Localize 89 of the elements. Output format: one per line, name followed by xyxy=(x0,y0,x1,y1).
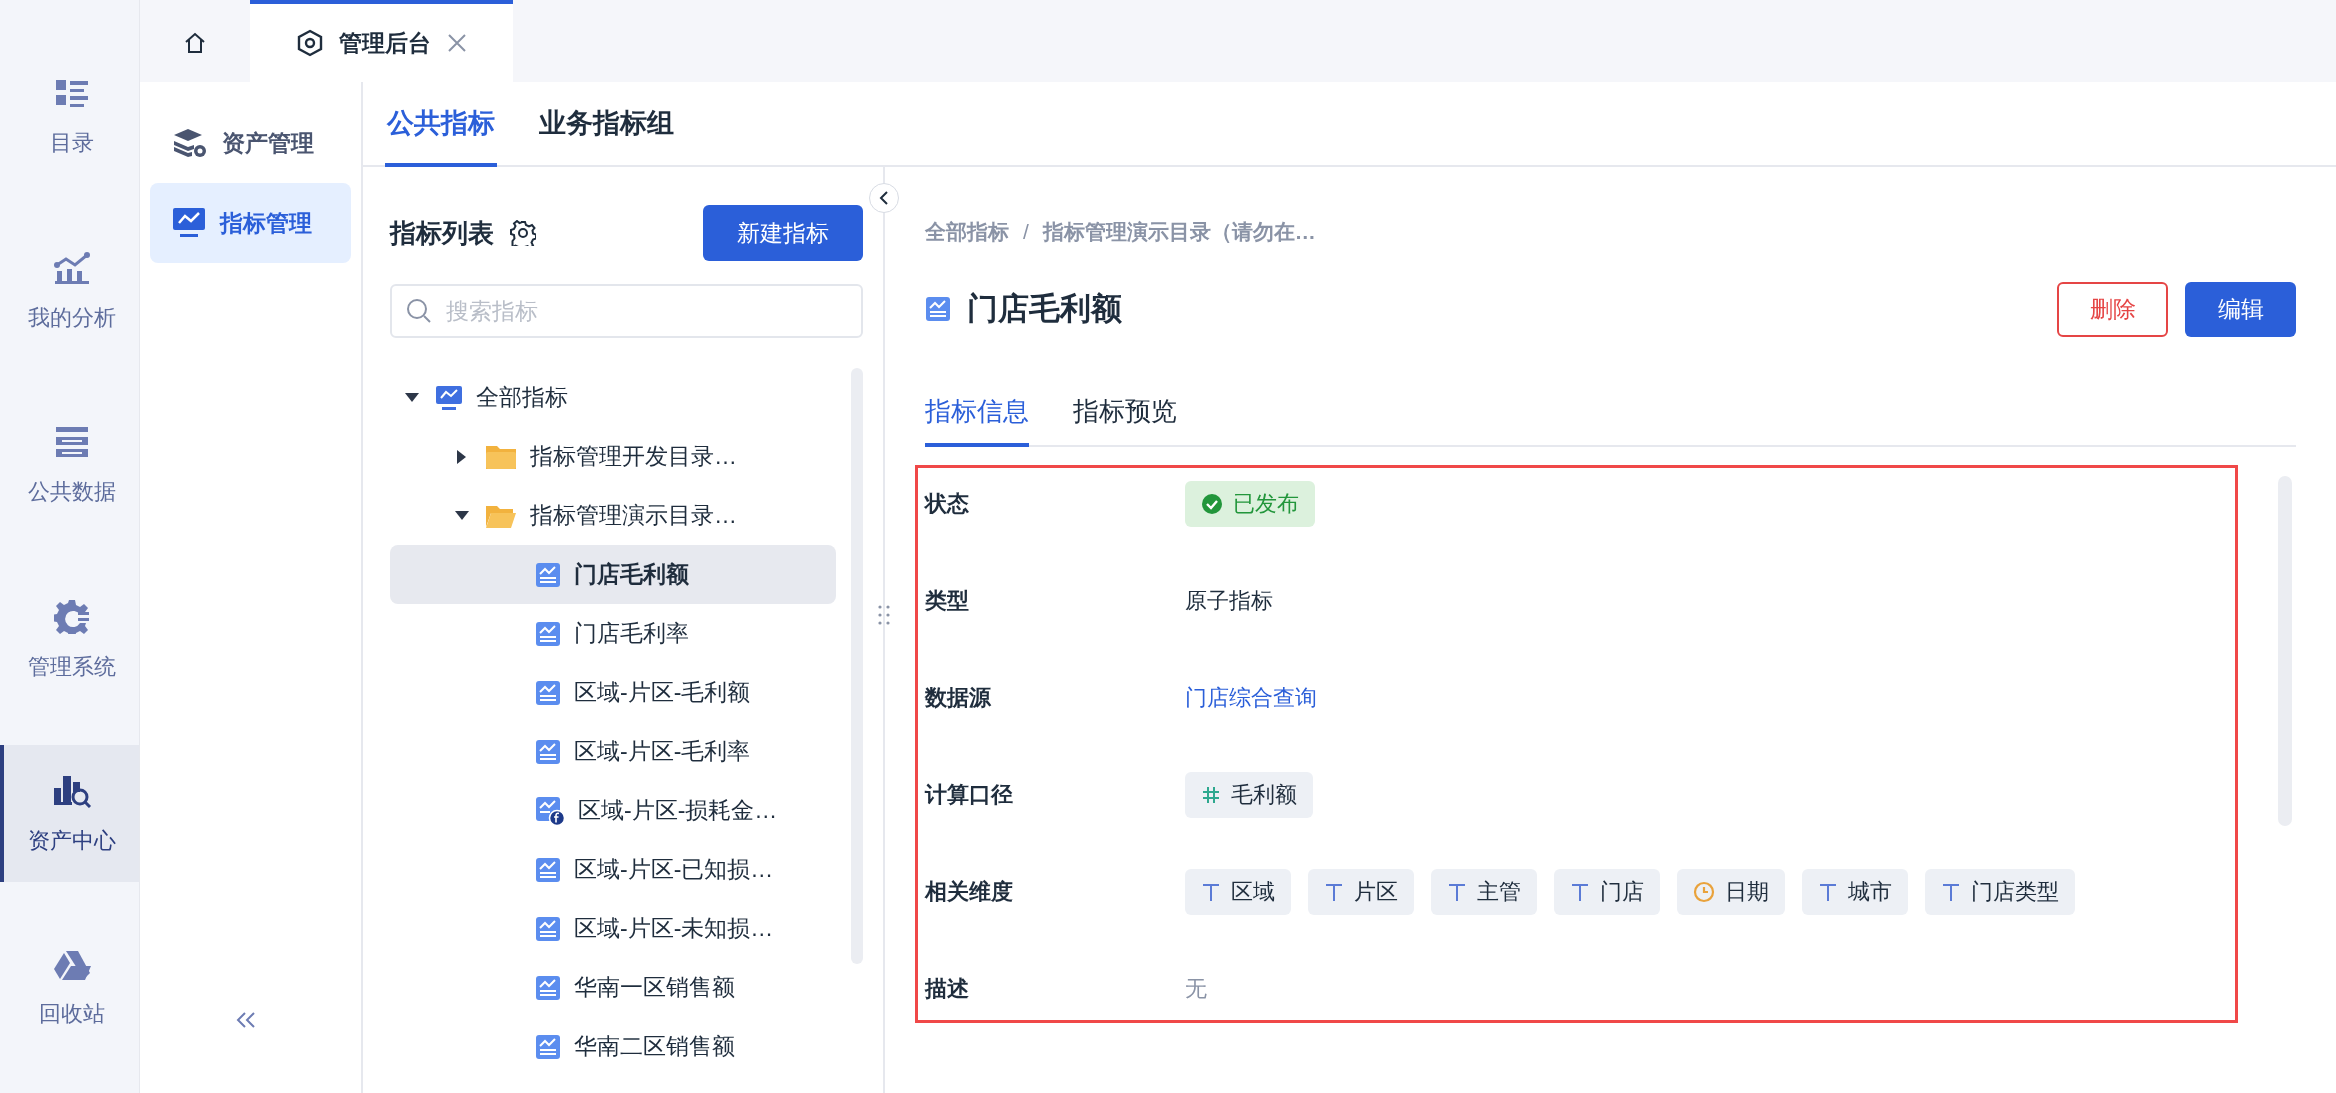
new-metric-button[interactable]: 新建指标 xyxy=(703,205,863,261)
metric-icon xyxy=(535,679,561,706)
chevron-left-icon xyxy=(878,190,890,206)
tree-item[interactable]: 区域-片区-已知损… xyxy=(390,840,836,899)
list-icon xyxy=(53,77,90,110)
text-type-icon xyxy=(1324,881,1344,902)
clock-icon xyxy=(1693,880,1715,903)
tree-item[interactable]: 区域-片区-未知损… xyxy=(390,899,836,958)
tree-item[interactable]: 门店毛利额 xyxy=(390,545,836,604)
nav-item[interactable]: 回收站 xyxy=(0,919,139,1056)
text-type-icon xyxy=(1818,881,1838,902)
edit-button[interactable]: 编辑 xyxy=(2185,281,2296,337)
delete-button[interactable]: 删除 xyxy=(2057,281,2168,337)
metric-icon xyxy=(535,915,561,942)
text-type-icon xyxy=(1570,881,1590,902)
tab[interactable]: 指标信息 xyxy=(925,379,1029,447)
tree-item[interactable]: 华南二区销售额 xyxy=(390,1017,836,1076)
dimension-tag: 主管 xyxy=(1431,868,1537,915)
dimension-tag: 区域 xyxy=(1185,868,1291,915)
settings-icon[interactable] xyxy=(510,220,536,246)
metric-icon xyxy=(535,561,561,588)
dimension-tag: 门店类型 xyxy=(1925,868,2075,915)
caret-down-icon[interactable] xyxy=(455,510,469,521)
nav-item[interactable]: 管理系统 xyxy=(0,571,139,708)
tab[interactable]: 指标预览 xyxy=(1073,379,1177,447)
collapse-icon[interactable] xyxy=(235,1011,257,1029)
gear-icon xyxy=(53,597,90,634)
search-field[interactable]: 搜索指标 xyxy=(390,284,863,338)
dimension-tag: 城市 xyxy=(1802,868,1908,915)
metric-icon xyxy=(925,296,951,322)
sub-nav-item[interactable]: 指标管理 xyxy=(150,183,351,263)
page-title: 门店毛利额 xyxy=(967,290,1122,328)
text-type-icon xyxy=(1201,881,1221,902)
caret-right-icon[interactable] xyxy=(457,449,467,464)
tree-item[interactable]: 区域-片区-损耗金… xyxy=(390,781,836,840)
tree-item[interactable]: 门店毛利率 xyxy=(390,604,836,663)
chart-icon xyxy=(52,250,91,285)
metric-icon xyxy=(535,620,561,647)
field-value: 原子指标 xyxy=(1185,586,1273,615)
metric-formula-icon xyxy=(535,795,565,826)
metric-icon xyxy=(535,974,561,1001)
nav-item[interactable]: 资产中心 xyxy=(0,745,139,882)
hexagon-icon xyxy=(296,29,323,57)
check-circle-icon xyxy=(1201,492,1223,515)
status-badge: 已发布 xyxy=(1185,480,1315,527)
dimension-tag: 门店 xyxy=(1554,868,1660,915)
tree-item[interactable]: 全部指标 xyxy=(390,368,836,427)
nav-item[interactable]: 公共数据 xyxy=(0,397,139,534)
panel-title: 指标列表 xyxy=(390,216,494,250)
tree-item[interactable]: 华南一区销售额 xyxy=(390,958,836,1017)
home-icon xyxy=(183,31,207,55)
metric-icon xyxy=(535,738,561,765)
collapse-button[interactable] xyxy=(869,183,899,213)
nav-item[interactable]: 目录 xyxy=(0,49,139,186)
field-label: 状态 xyxy=(925,489,970,518)
data-source-link[interactable]: 门店综合查询 xyxy=(1185,682,1317,713)
stack-icon xyxy=(172,127,208,159)
database-icon xyxy=(53,424,90,459)
folder-icon xyxy=(485,443,517,470)
hash-icon xyxy=(1201,784,1221,805)
search-icon xyxy=(406,298,432,324)
tree-item[interactable]: 区域-片区-毛利率 xyxy=(390,722,836,781)
window-tab[interactable]: 管理后台 xyxy=(250,0,513,82)
breadcrumb-separator: / xyxy=(1023,220,1029,244)
field-label: 类型 xyxy=(925,586,970,615)
monitor-chart-icon xyxy=(435,383,463,412)
tree-item[interactable]: 指标管理开发目录… xyxy=(390,427,836,486)
section-tab[interactable]: 公共指标 xyxy=(385,82,497,167)
measure-tag: 毛利额 xyxy=(1185,771,1313,818)
monitor-chart-icon xyxy=(172,207,206,239)
metric-icon xyxy=(535,1033,561,1060)
field-value: 无 xyxy=(1185,974,1207,1003)
text-type-icon xyxy=(1447,881,1467,902)
dimension-tag: 片区 xyxy=(1308,868,1414,915)
tree-item[interactable]: 指标管理演示目录… xyxy=(390,486,836,545)
caret-down-icon[interactable] xyxy=(405,392,419,403)
close-icon[interactable] xyxy=(446,33,467,53)
section-tab[interactable]: 业务指标组 xyxy=(537,82,676,167)
tree-item[interactable]: 区域-片区-毛利额 xyxy=(390,663,836,722)
metric-icon xyxy=(535,856,561,883)
nav-item[interactable]: 我的分析 xyxy=(0,223,139,360)
drag-handle-icon[interactable] xyxy=(877,604,891,626)
sub-nav-item[interactable]: 资产管理 xyxy=(150,103,351,183)
field-label: 数据源 xyxy=(925,683,992,712)
field-label: 描述 xyxy=(925,974,970,1003)
text-type-icon xyxy=(1941,881,1961,902)
dimension-tag: 日期 xyxy=(1677,868,1785,915)
field-label: 计算口径 xyxy=(925,780,1014,809)
field-label: 相关维度 xyxy=(925,877,1014,906)
